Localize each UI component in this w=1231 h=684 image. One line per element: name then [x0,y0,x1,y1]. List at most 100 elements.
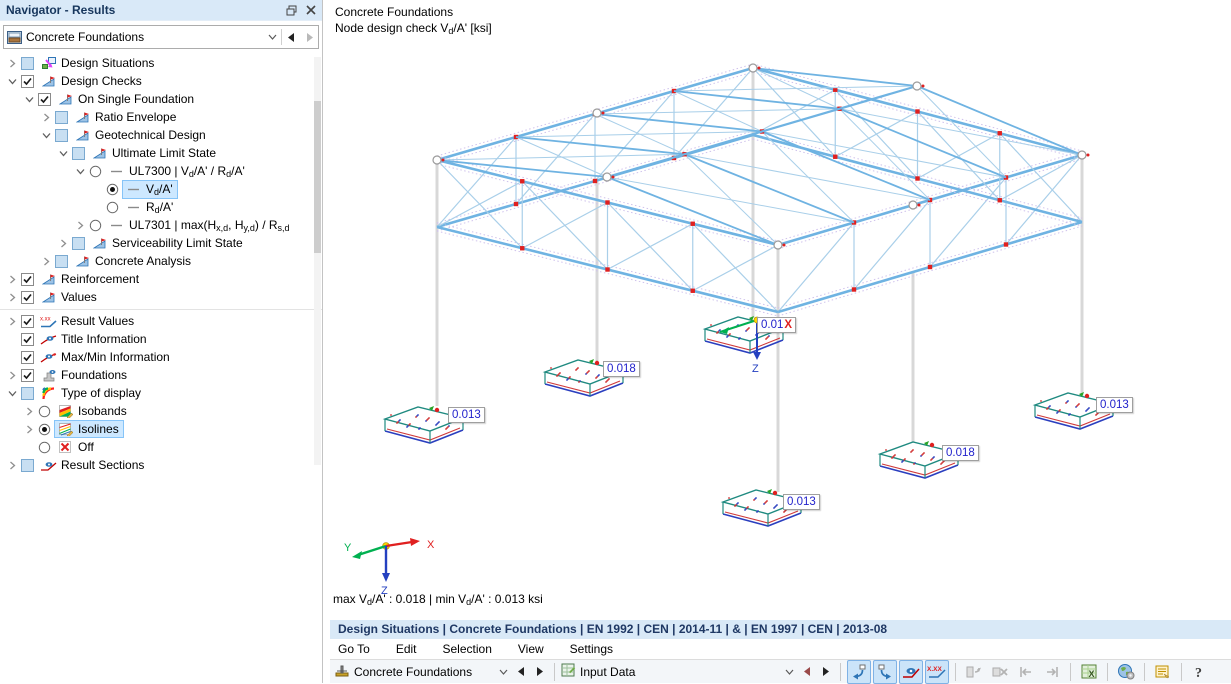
checkbox-checked[interactable] [37,92,52,106]
design-situation-combo[interactable]: Concrete Foundations [334,661,548,683]
tree-item-concrete-analysis[interactable]: Concrete Analysis [0,252,322,270]
menu-settings[interactable]: Settings [570,642,613,656]
tree-item-serviceability-limit-state[interactable]: Serviceability Limit State [0,234,322,252]
checkbox-checked[interactable] [20,332,35,346]
expander-right-icon[interactable] [56,239,71,248]
radio-unselected[interactable] [88,165,103,178]
menu-selection[interactable]: Selection [443,642,492,656]
tree-item-result-values[interactable]: x.xx Result Values [0,312,322,330]
tree-item-design-situations[interactable]: Design Situations [0,54,322,72]
show-results-button[interactable] [899,659,923,684]
checkbox-checked[interactable] [20,350,35,364]
menu-view[interactable]: View [518,642,544,656]
view-mode-combo[interactable]: Input Data [561,661,834,683]
tree-item-isobands[interactable]: Isobands [0,402,322,420]
tree-item-geotechnical-design[interactable]: Geotechnical Design [0,126,322,144]
expander-down-icon[interactable] [39,131,54,140]
expander-down-icon[interactable] [5,389,20,398]
tree-item-title-information[interactable]: Title Information [0,330,322,348]
expander-down-icon[interactable] [22,95,37,104]
tree-item-reinforcement[interactable]: Reinforcement [0,270,322,288]
result-sections-icon [40,459,57,472]
navigator-previous-button[interactable] [282,27,300,47]
tree-item-design-checks[interactable]: Design Checks [0,72,322,90]
checkbox-checked[interactable] [20,74,35,88]
checkbox-partial[interactable] [54,128,69,142]
combo2-previous-button[interactable] [798,662,816,682]
excel-export-button[interactable]: X [1077,660,1101,684]
viewport-3d[interactable]: ZYXZ Concrete Foundations Node design ch… [330,0,1231,619]
expander-right-icon[interactable] [5,317,20,326]
tree-item-foundations[interactable]: Foundations [0,366,322,384]
checkbox-partial[interactable] [20,56,35,70]
expander-right-icon[interactable] [39,257,54,266]
tree-item-ul7300-vd-a-rd-a[interactable]: UL7300 | Vd/A' / Rd/A' [0,162,322,180]
expander-right-icon[interactable] [5,275,20,284]
tree-item-max-min-information[interactable]: Max/Min Information [0,348,322,366]
radio-unselected[interactable] [37,405,52,418]
float-panel-button[interactable] [282,2,300,18]
expander-right-icon[interactable] [5,371,20,380]
expander-right-icon[interactable] [22,407,37,416]
radio-unselected[interactable] [88,219,103,232]
tree-item-rd-a[interactable]: Rd/A' [0,198,322,216]
expander-right-icon[interactable] [5,461,20,470]
expander-right-icon[interactable] [22,425,37,434]
combo2-next-button[interactable] [816,662,834,682]
combo1-chevron[interactable] [494,662,512,682]
navigator-combo[interactable]: Concrete Foundations [3,25,319,49]
checkbox-checked[interactable] [20,314,35,328]
tree-item-label: Ultimate Limit State [112,146,217,160]
checkbox-checked[interactable] [20,368,35,382]
help-button[interactable]: ? [1188,660,1212,684]
menu-edit[interactable]: Edit [396,642,417,656]
combo1-next-button[interactable] [530,662,548,682]
block-delete-button[interactable] [988,660,1012,684]
navigator-next-button[interactable] [300,27,318,47]
tree-item-ultimate-limit-state[interactable]: Ultimate Limit State [0,144,322,162]
view-rotate-right-button[interactable] [873,659,897,684]
menu-go-to[interactable]: Go To [338,642,370,656]
tree-item-type-of-display[interactable]: Type of display [0,384,322,402]
tree-item-ul7301-max-hx-d-hy-d-rs-d[interactable]: UL7301 | max(Hx,d, Hy,d) / Rs,d [0,216,322,234]
checkbox-partial[interactable] [54,254,69,268]
tree-item-off[interactable]: Off [0,438,322,456]
expander-down-icon[interactable] [56,149,71,158]
combo2-chevron[interactable] [780,662,798,682]
online-services-button[interactable] [1114,660,1138,684]
checkbox-partial[interactable] [71,146,86,160]
tree-item-result-sections[interactable]: Result Sections [0,456,322,474]
expander-down-icon[interactable] [73,167,88,176]
combo1-previous-button[interactable] [512,662,530,682]
checkbox-partial[interactable] [20,386,35,400]
close-panel-button[interactable] [302,2,320,18]
expander-right-icon[interactable] [73,221,88,230]
expander-down-icon[interactable] [5,77,20,86]
tree-scrollbar[interactable] [314,57,321,465]
checkbox-partial[interactable] [20,458,35,472]
view-rotate-left-button[interactable] [847,659,871,684]
expander-right-icon[interactable] [39,113,54,122]
tree-scrollbar-thumb[interactable] [314,101,321,253]
jump-previous-button[interactable] [1014,660,1038,684]
radio-unselected[interactable] [37,441,52,454]
show-result-values-button[interactable]: X.XX [925,659,949,684]
tree-item-values[interactable]: Values [0,288,322,306]
tree-item-isolines[interactable]: Isolines [0,420,322,438]
tree-item-on-single-foundation[interactable]: On Single Foundation [0,90,322,108]
checkbox-checked[interactable] [20,290,35,304]
radio-selected[interactable] [37,423,52,436]
navigator-combo-chevron[interactable] [263,27,281,47]
tree-item-vd-a[interactable]: Vd/A' [0,179,322,199]
checkbox-partial[interactable] [71,236,86,250]
checkbox-partial[interactable] [54,110,69,124]
tree-item-ratio-envelope[interactable]: Ratio Envelope [0,108,322,126]
checkbox-checked[interactable] [20,272,35,286]
jump-next-button[interactable] [1040,660,1064,684]
expander-right-icon[interactable] [5,59,20,68]
printout-report-button[interactable] [1151,660,1175,684]
radio-selected[interactable] [105,183,120,196]
block-copy-button[interactable] [962,660,986,684]
radio-unselected[interactable] [105,201,120,214]
expander-right-icon[interactable] [5,293,20,302]
